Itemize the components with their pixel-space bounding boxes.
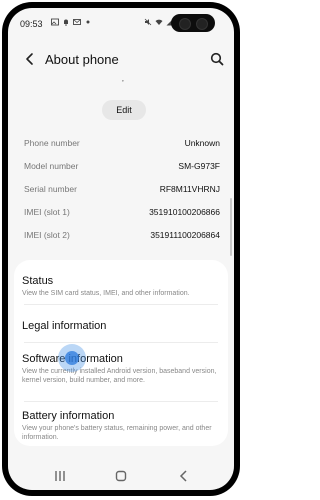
app-bar: About phone — [8, 44, 234, 74]
back-arrow-icon[interactable] — [22, 51, 38, 67]
search-icon[interactable] — [209, 51, 225, 67]
menu-item-description: View the currently installed Android ver… — [22, 368, 217, 384]
divider — [24, 342, 218, 343]
info-label: IMEI (slot 1) — [24, 207, 70, 217]
menu-item-title: Legal information — [22, 320, 107, 332]
screen: 09:53 About phone ’ Edit Phone number Un… — [8, 8, 234, 490]
menu-item-title: Software information — [22, 353, 123, 365]
status-icons-left — [51, 18, 92, 26]
info-value: Unknown — [184, 138, 220, 148]
menu-item-title: Status — [22, 275, 54, 287]
home-icon[interactable] — [113, 468, 129, 484]
info-label: Serial number — [24, 184, 77, 194]
menu-item-description: View your phone's battery status, remain… — [22, 425, 212, 441]
menu-item-software-information[interactable]: Software information View the currently … — [14, 353, 228, 385]
dot-icon — [86, 20, 90, 24]
info-value: RF8M11VHRNJ — [159, 184, 220, 194]
info-row-imei-slot-2: IMEI (slot 2) 351911100206864 — [8, 225, 234, 248]
status-bar: 09:53 — [8, 8, 234, 36]
divider — [24, 401, 218, 402]
info-row-model-number: Model number SM-G973F — [8, 156, 234, 179]
phone-frame: 09:53 About phone ’ Edit Phone number Un… — [2, 2, 240, 496]
edit-button[interactable]: Edit — [102, 100, 146, 120]
status-time: 09:53 — [20, 19, 43, 29]
menu-item-status[interactable]: Status View the SIM card status, IMEI, a… — [14, 275, 228, 298]
page-title: About phone — [45, 52, 119, 67]
menu-item-battery-information[interactable]: Battery information View your phone's ba… — [14, 410, 228, 442]
wifi-icon — [155, 19, 163, 25]
info-row-imei-slot-1: IMEI (slot 1) 351910100206866 — [8, 202, 234, 225]
navigation-bar — [8, 462, 234, 490]
device-info-list: Phone number Unknown Model number SM-G97… — [8, 133, 234, 248]
back-icon[interactable] — [176, 468, 192, 484]
divider — [24, 304, 218, 305]
info-row-phone-number: Phone number Unknown — [8, 133, 234, 156]
info-value: 351910100206866 — [149, 207, 220, 217]
info-value: SM-G973F — [178, 161, 220, 171]
menu-item-description: View the SIM card status, IMEI, and othe… — [22, 290, 190, 297]
gallery-icon — [51, 18, 59, 26]
info-label: Phone number — [24, 138, 80, 148]
notification-icon — [64, 19, 68, 26]
info-row-serial-number: Serial number RF8M11VHRNJ — [8, 179, 234, 202]
settings-card: Status View the SIM card status, IMEI, a… — [14, 260, 228, 446]
recents-icon[interactable] — [52, 468, 68, 484]
front-camera — [171, 14, 215, 32]
mail-icon — [73, 19, 81, 25]
info-label: IMEI (slot 2) — [24, 230, 70, 240]
device-name-fragment: ’ — [122, 79, 124, 88]
scrollbar[interactable] — [230, 198, 232, 256]
mute-icon — [144, 18, 152, 26]
info-label: Model number — [24, 161, 79, 171]
info-value: 351911100206864 — [150, 230, 220, 240]
touch-indicator — [58, 344, 86, 372]
menu-item-title: Battery information — [22, 410, 115, 422]
menu-item-legal-information[interactable]: Legal information — [14, 320, 228, 332]
